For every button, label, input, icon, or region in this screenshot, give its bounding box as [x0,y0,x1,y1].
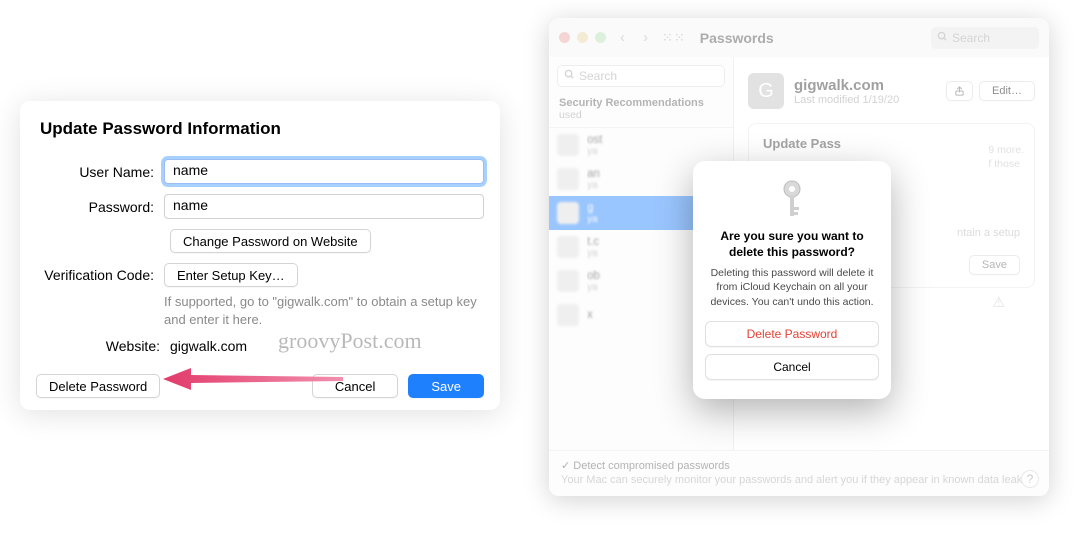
alert-delete-button[interactable]: Delete Password [705,321,879,347]
save-button[interactable]: Save [408,374,484,398]
alert-title: Are you sure you want to delete this pas… [705,229,879,260]
username-input[interactable]: name [164,159,484,184]
password-label: Password: [36,199,164,215]
delete-password-button[interactable]: Delete Password [36,374,160,398]
username-label: User Name: [36,164,164,180]
change-password-on-website-button[interactable]: Change Password on Website [170,229,371,253]
website-value: gigwalk.com [170,338,484,354]
enter-setup-key-button[interactable]: Enter Setup Key… [164,263,298,287]
alert-cancel-button[interactable]: Cancel [705,354,879,380]
alert-message: Deleting this password will delete it fr… [705,266,879,309]
password-input[interactable]: name [164,194,484,219]
website-label: Website: [36,338,170,354]
update-password-dialog: Update Password Information User Name: n… [20,101,500,410]
passwords-window: ‹ › ⁙⁙ Passwords Search Search Security … [549,18,1049,496]
verification-code-label: Verification Code: [36,263,164,283]
verification-hint: If supported, go to "gigwalk.com" to obt… [164,293,484,328]
dialog-title: Update Password Information [40,119,484,139]
delete-confirm-alert: Are you sure you want to delete this pas… [693,161,891,399]
key-icon [705,179,879,219]
cancel-button[interactable]: Cancel [312,374,398,398]
